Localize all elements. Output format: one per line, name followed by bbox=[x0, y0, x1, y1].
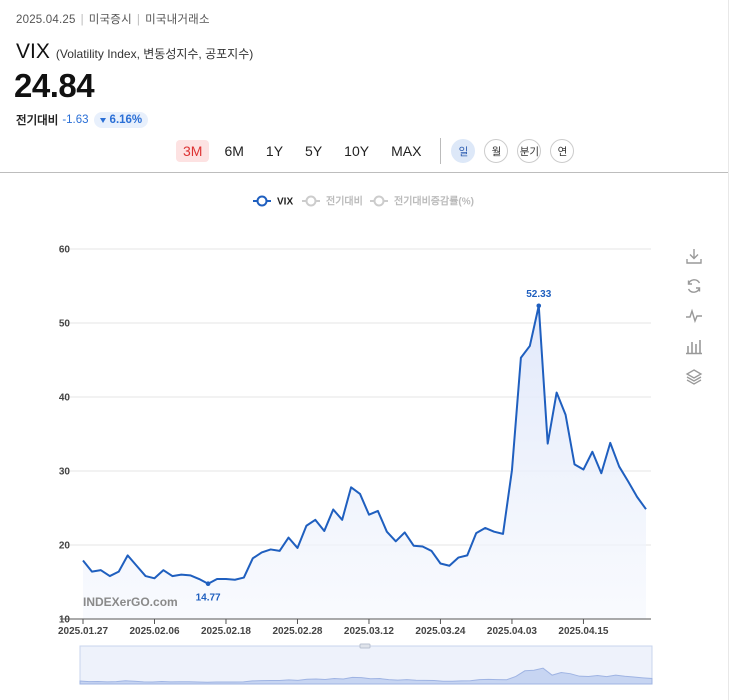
line-chart-icon bbox=[686, 308, 702, 324]
range-tab-3m[interactable]: 3M bbox=[176, 140, 210, 162]
chart-tools bbox=[683, 245, 705, 395]
x-tick-label: 2025.03.12 bbox=[344, 626, 394, 637]
x-tick-label: 2025.02.06 bbox=[129, 626, 179, 637]
legend-item-change[interactable]: 전기대비 bbox=[302, 195, 363, 208]
range-navigator[interactable] bbox=[79, 643, 653, 685]
exchange-text: 미국내거래소 bbox=[145, 14, 210, 26]
x-tick-label: 2025.03.24 bbox=[415, 626, 465, 637]
watermark-text: INDEXerGO.com bbox=[83, 595, 178, 609]
y-tick-label: 50 bbox=[59, 319, 71, 330]
y-tick-labels: 10 20 30 40 50 60 bbox=[59, 245, 71, 626]
x-tick-label: 2025.04.03 bbox=[487, 626, 537, 637]
refresh-button[interactable] bbox=[683, 275, 705, 297]
chart-legend: VIX 전기대비 전기대비증감률(%) bbox=[253, 195, 474, 208]
y-tick-label: 60 bbox=[59, 245, 71, 256]
change-percent: 6.16% bbox=[109, 114, 143, 126]
header-divider bbox=[0, 172, 728, 173]
period-tab-daily[interactable]: 일 bbox=[451, 139, 476, 163]
change-label: 전기대비 bbox=[16, 115, 59, 127]
range-tab-1y[interactable]: 1Y bbox=[259, 140, 290, 162]
date-text: 2025.04.25 bbox=[16, 14, 76, 26]
legend-label-change-pct: 전기대비증감률(%) bbox=[394, 195, 474, 208]
bar-chart-button[interactable] bbox=[683, 335, 705, 357]
annotation-marker bbox=[205, 581, 211, 587]
bar-chart-icon bbox=[686, 340, 702, 355]
y-tick-label: 20 bbox=[59, 541, 71, 552]
y-tick-label: 10 bbox=[59, 615, 71, 626]
vix-chart: VIX 전기대비 전기대비증감률(%) 10 20 30 40 50 60 52.33 14… bbox=[58, 195, 653, 685]
page-subtitle: (Volatility Index, 변동성지수, 공포지수) bbox=[55, 47, 254, 61]
range-tab-10y[interactable]: 10Y bbox=[337, 140, 376, 162]
price-value: 24.84 bbox=[14, 67, 95, 104]
change-badge: 6.16% bbox=[93, 112, 149, 128]
legend-item-change-pct[interactable]: 전기대비증감률(%) bbox=[370, 195, 474, 208]
range-toolbar: 3M 6M 1Y 5Y 10Y MAX 일 월 분기 연 bbox=[176, 138, 583, 164]
y-tick-label: 40 bbox=[59, 393, 71, 404]
navigator-handle[interactable] bbox=[359, 643, 371, 649]
toolbar-divider bbox=[440, 138, 442, 164]
download-button[interactable] bbox=[683, 245, 705, 267]
change-row: 전기대비 -1.63 6.16% bbox=[16, 112, 149, 128]
x-tick-label: 2025.02.18 bbox=[201, 626, 251, 637]
period-tab-yearly[interactable]: 연 bbox=[550, 139, 575, 163]
x-tick-label: 2025.04.15 bbox=[558, 626, 608, 637]
title-row: VIX (Volatility Index, 변동성지수, 공포지수) bbox=[16, 40, 253, 64]
range-tab-6m[interactable]: 6M bbox=[217, 140, 250, 162]
header-meta: 2025.04.25 | 미국증시 | 미국내거래소 bbox=[16, 14, 210, 26]
down-triangle-icon bbox=[99, 117, 106, 123]
download-icon bbox=[686, 249, 702, 264]
page-title: VIX bbox=[16, 40, 50, 63]
x-tick-label: 2025.01.27 bbox=[58, 626, 108, 637]
annotation-marker bbox=[536, 303, 542, 309]
period-tab-quarterly[interactable]: 분기 bbox=[517, 139, 542, 163]
layers-icon bbox=[685, 369, 703, 385]
right-border bbox=[728, 0, 729, 700]
refresh-icon bbox=[687, 279, 701, 293]
line-chart-button[interactable] bbox=[683, 305, 705, 327]
range-tab-max[interactable]: MAX bbox=[384, 140, 428, 162]
legend-label-vix: VIX bbox=[277, 197, 293, 208]
period-tab-monthly[interactable]: 월 bbox=[484, 139, 509, 163]
layers-button[interactable] bbox=[683, 365, 705, 387]
y-tick-label: 30 bbox=[59, 467, 71, 478]
annotation-label: 14.77 bbox=[196, 593, 221, 604]
change-value: -1.63 bbox=[62, 114, 89, 126]
market-text: 미국증시 bbox=[88, 14, 132, 26]
annotation-label: 52.33 bbox=[526, 289, 551, 300]
legend-item-vix[interactable]: VIX bbox=[253, 195, 293, 208]
x-tick-label: 2025.02.28 bbox=[272, 626, 322, 637]
range-tab-5y[interactable]: 5Y bbox=[298, 140, 329, 162]
legend-label-change: 전기대비 bbox=[326, 195, 363, 208]
x-axis-ticks: 2025.01.27 2025.02.06 2025.02.18 2025.02.28… bbox=[58, 619, 609, 637]
